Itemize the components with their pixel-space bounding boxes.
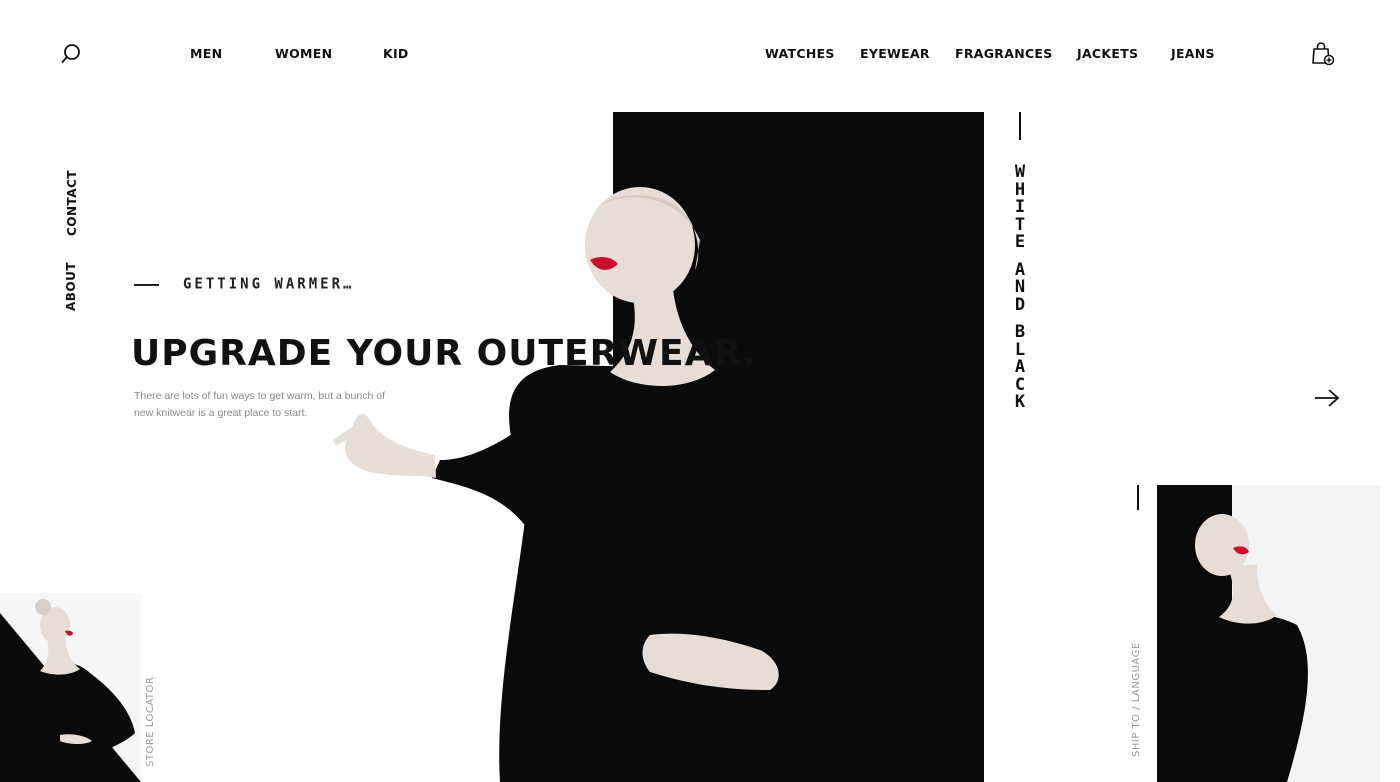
nav-kid[interactable]: KID: [383, 46, 409, 61]
eyebrow-rule: [134, 284, 159, 286]
vertical-collection-title: WHITE AND BLACK: [1009, 162, 1031, 412]
side-link-about[interactable]: ABOUT: [64, 262, 78, 311]
search-icon[interactable]: [60, 42, 84, 66]
nav-women[interactable]: WOMEN: [275, 46, 332, 61]
nav-watches[interactable]: WATCHES: [765, 46, 835, 61]
nav-men[interactable]: MEN: [190, 46, 222, 61]
arrow-right-icon[interactable]: [1313, 387, 1341, 409]
store-locator-link[interactable]: STORE LOCATOR: [145, 677, 156, 767]
vertical-title-word: WHITE: [1014, 162, 1026, 252]
next-slide-thumbnail[interactable]: [1157, 485, 1380, 782]
hero-headline: UPGRADE YOUR OUTERWEAR.: [131, 333, 758, 374]
side-link-contact[interactable]: CONTACT: [65, 170, 79, 236]
hero-description: There are lots of fun ways to get warm, …: [134, 390, 385, 419]
shopping-bag-add-icon[interactable]: [1309, 40, 1337, 68]
prev-slide-thumbnail[interactable]: [0, 593, 141, 782]
ship-to-language-link[interactable]: SHIP TO / LANGUAGE: [1131, 642, 1142, 757]
title-divider: [1019, 112, 1021, 140]
thumbnail-model-image: [1177, 514, 1308, 782]
nav-fragrances[interactable]: FRAGRANCES: [955, 46, 1053, 61]
nav-jeans[interactable]: JEANS: [1171, 46, 1215, 61]
prev-thumbnail-model-image: [0, 599, 141, 782]
hero-eyebrow: GETTING WARMER…: [183, 275, 355, 293]
thumbnail-divider: [1137, 485, 1139, 510]
nav-eyewear[interactable]: EYEWEAR: [860, 46, 930, 61]
nav-jackets[interactable]: JACKETS: [1077, 46, 1138, 61]
hero-model-image: [333, 187, 803, 782]
vertical-title-word: AND: [1014, 259, 1026, 315]
vertical-title-word: BLACK: [1014, 322, 1026, 412]
